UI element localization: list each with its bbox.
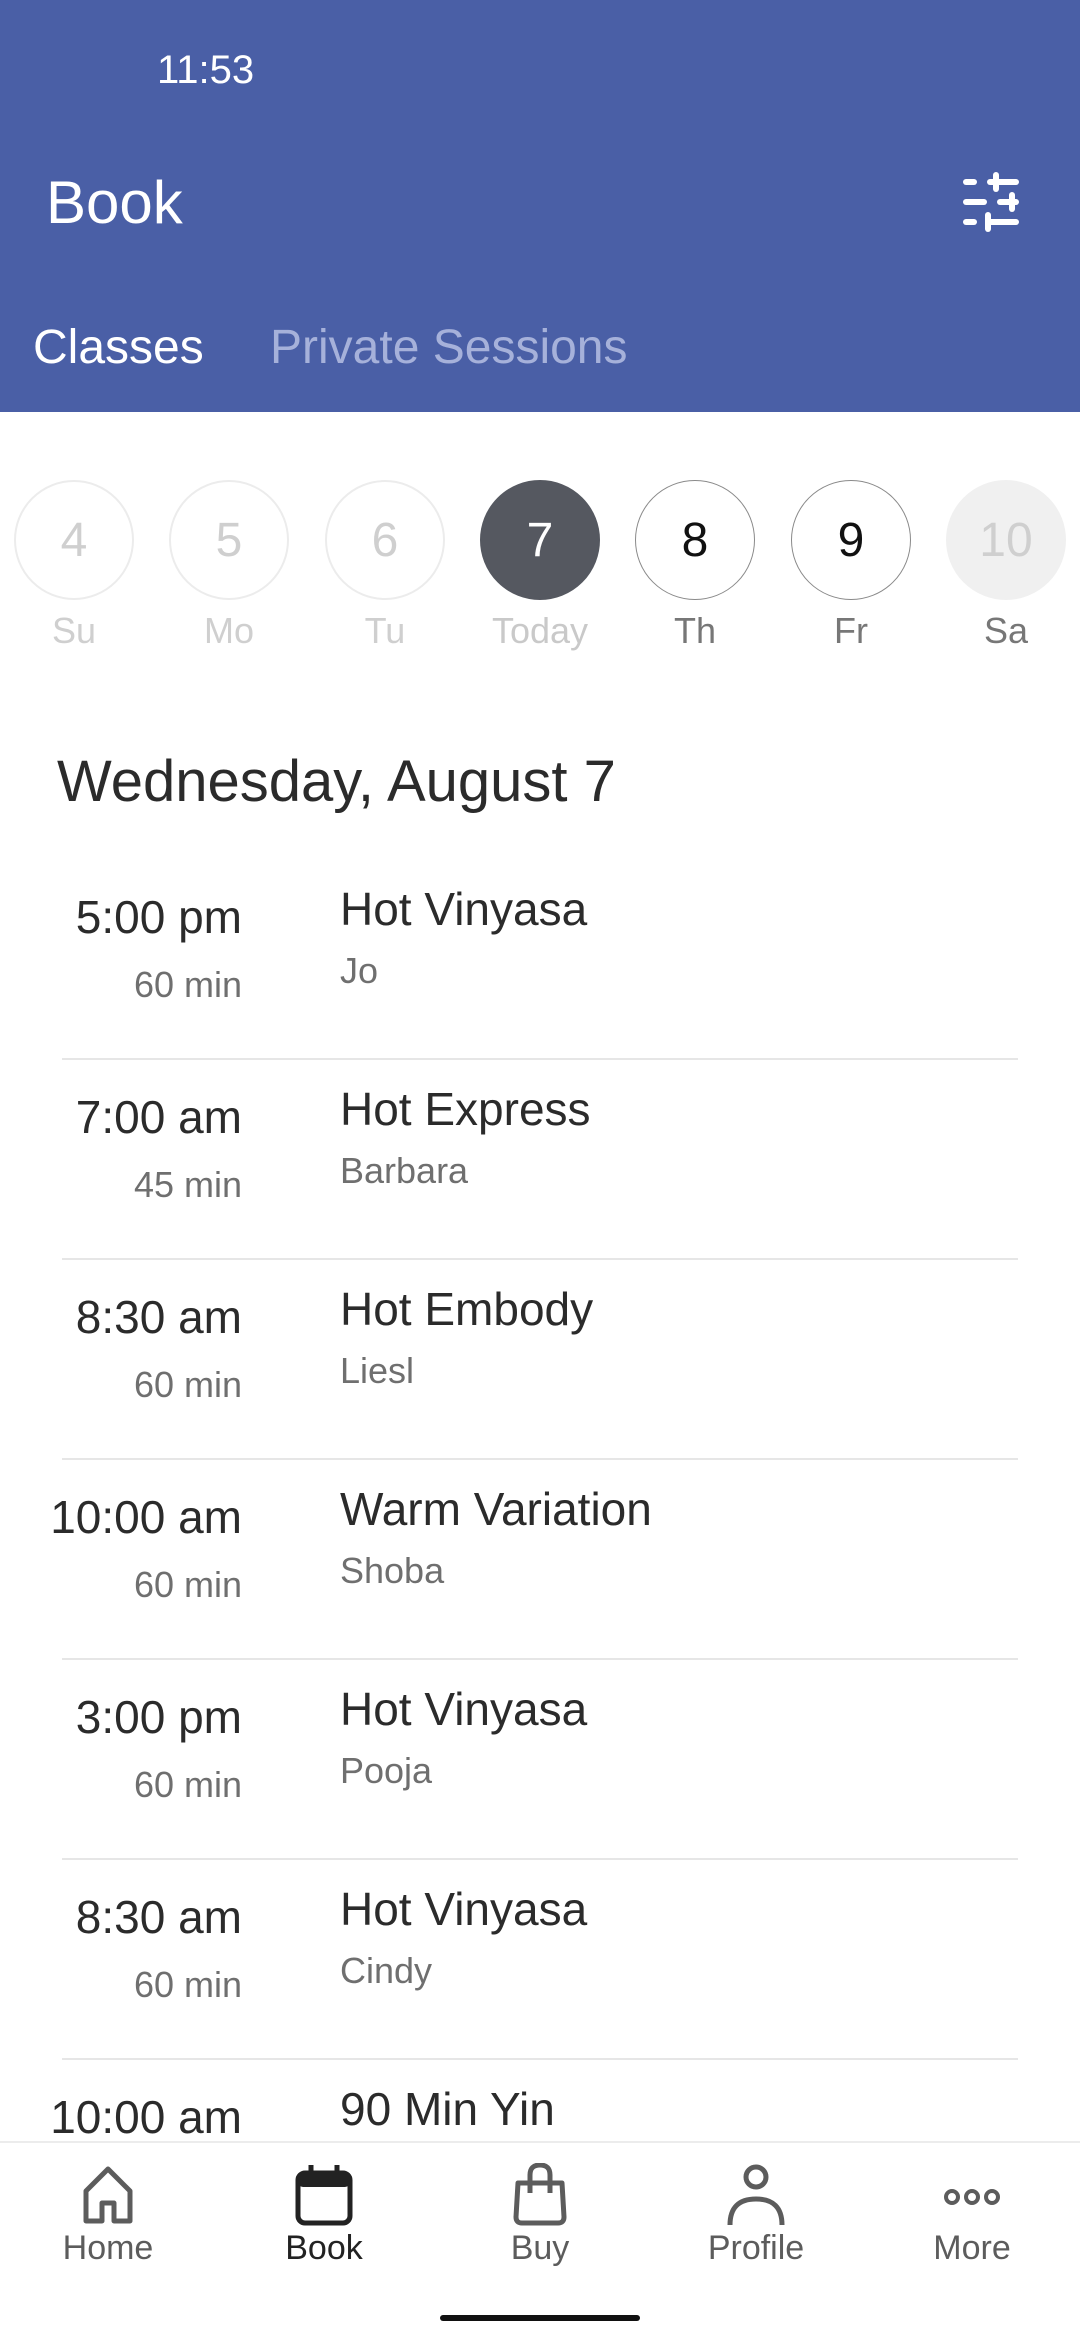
class-duration: 60 min [133, 1964, 242, 2005]
class-teacher: Barbara [340, 1150, 469, 1191]
day-item-selected[interactable]: 7 Today [480, 480, 600, 652]
tab-classes[interactable]: Classes [33, 320, 204, 375]
day-number: 10 [946, 480, 1066, 600]
class-time: 5:00 pm [75, 891, 242, 943]
nav-home[interactable]: Home [0, 2163, 216, 2268]
class-time: 8:30 am [75, 1291, 242, 1343]
class-teacher: Jo [340, 950, 379, 991]
class-teacher: Pooja [340, 1750, 433, 1791]
day-number: 9 [791, 480, 911, 600]
day-item[interactable]: 6 Tu [325, 480, 445, 652]
day-label: Tu [364, 610, 406, 651]
day-item[interactable]: 10 Sa [946, 480, 1066, 652]
class-time: 3:00 pm [75, 1691, 242, 1743]
day-item[interactable]: 8 Th [635, 480, 755, 652]
nav-profile[interactable]: Profile [648, 2163, 864, 2268]
class-row[interactable]: 8:30 am 60 min Hot Embody Liesl [0, 1260, 1080, 1460]
day-item[interactable]: 5 Mo [169, 480, 289, 652]
person-icon [727, 2164, 785, 2226]
class-duration: 60 min [133, 1364, 242, 1405]
day-number: 6 [325, 480, 445, 600]
class-name: 90 Min Yin [340, 2083, 555, 2135]
class-name: Hot Vinyasa [340, 883, 588, 935]
class-row[interactable]: 10:00 am 60 min Warm Variation Shoba [0, 1460, 1080, 1660]
class-teacher: Shoba [340, 1550, 445, 1591]
class-teacher: Liesl [340, 1350, 415, 1391]
bottom-navigation: Home Book Buy Profile More [0, 2141, 1080, 2340]
day-label: Mo [203, 610, 254, 651]
class-time: 10:00 am [50, 1491, 242, 1543]
nav-label: Profile [707, 2229, 805, 2267]
shopping-bag-icon [513, 2163, 567, 2226]
home-indicator[interactable] [440, 2315, 640, 2321]
class-duration: 60 min [133, 1764, 242, 1805]
class-row[interactable]: 8:30 am 60 min Hot Vinyasa Cindy [0, 1860, 1080, 2060]
class-duration: 60 min [133, 1564, 242, 1605]
class-name: Hot Express [340, 1083, 591, 1135]
status-bar-time: 11:53 [157, 48, 255, 92]
page-title: Book [46, 169, 183, 236]
date-strip: 4 Su 5 Mo 6 Tu 7 Today 8 Th 9 Fr 10 Sa [0, 480, 1080, 660]
tab-private-sessions[interactable]: Private Sessions [270, 320, 628, 375]
nav-more[interactable]: More [864, 2163, 1080, 2268]
class-duration: 45 min [133, 1164, 242, 1205]
nav-book[interactable]: Book [216, 2163, 432, 2268]
class-name: Hot Vinyasa [340, 1683, 588, 1735]
more-dots-icon [944, 2189, 1000, 2205]
day-item[interactable]: 4 Su [14, 480, 134, 652]
nav-label: More [933, 2229, 1011, 2267]
class-duration: 60 min [133, 964, 242, 1005]
class-row[interactable]: 3:00 pm 60 min Hot Vinyasa Pooja [0, 1660, 1080, 1860]
tab-bar: Classes Private Sessions [0, 310, 1080, 390]
day-label: Sa [983, 610, 1029, 651]
day-number: 4 [14, 480, 134, 600]
app-header: 11:53 Book Classes Private Sessions [0, 0, 1080, 412]
class-row[interactable]: 7:00 am 45 min Hot Express Barbara [0, 1060, 1080, 1260]
calendar-icon [295, 2165, 353, 2226]
day-number: 7 [480, 480, 600, 600]
class-name: Hot Vinyasa [340, 1883, 588, 1935]
day-number: 8 [635, 480, 755, 600]
class-time: 8:30 am [75, 1891, 242, 1943]
class-time: 10:00 am [50, 2091, 242, 2143]
date-heading: Wednesday, August 7 [57, 749, 616, 814]
class-teacher: Cindy [340, 1950, 433, 1991]
nav-buy[interactable]: Buy [432, 2163, 648, 2268]
class-time: 7:00 am [75, 1091, 242, 1143]
class-row[interactable]: 5:00 pm 60 min Hot Vinyasa Jo [0, 860, 1080, 1060]
class-list: 5:00 pm 60 min Hot Vinyasa Jo 7:00 am 45… [0, 860, 1080, 2260]
filter-button[interactable] [962, 172, 1032, 232]
nav-label: Home [62, 2229, 154, 2267]
day-label: Th [673, 610, 716, 651]
nav-label: Buy [510, 2229, 570, 2267]
day-number: 5 [169, 480, 289, 600]
day-label: Fr [834, 610, 868, 651]
class-name: Hot Embody [340, 1283, 594, 1335]
home-icon [83, 2166, 133, 2224]
sliders-icon [963, 172, 1019, 232]
day-label: Today [491, 610, 589, 651]
day-item[interactable]: 9 Fr [791, 480, 911, 652]
nav-label: Book [285, 2229, 363, 2267]
day-label: Su [51, 610, 97, 651]
class-name: Warm Variation [340, 1483, 652, 1535]
